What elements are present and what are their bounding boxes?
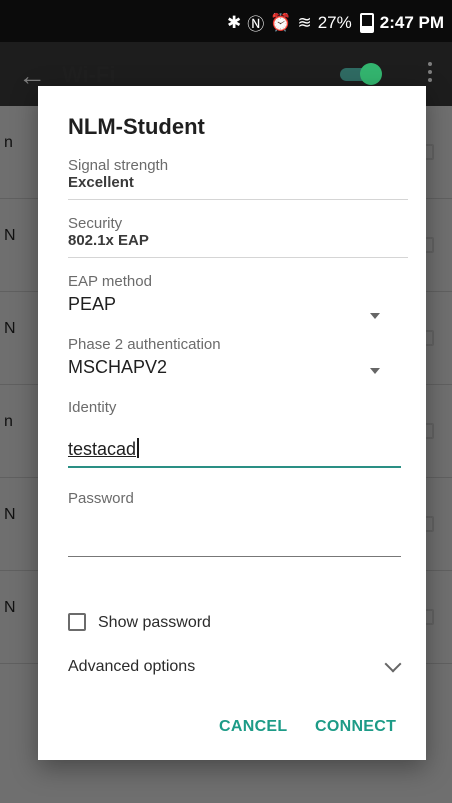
identity-underline xyxy=(68,466,401,468)
divider xyxy=(68,199,408,200)
advanced-options-label[interactable]: Advanced options xyxy=(68,658,195,676)
identity-label: Identity xyxy=(68,399,117,416)
password-label: Password xyxy=(68,490,134,507)
battery-icon xyxy=(359,12,374,33)
security-label: Security xyxy=(68,215,123,232)
password-underline xyxy=(68,556,401,557)
divider xyxy=(68,257,408,258)
battery-percent: 27% xyxy=(317,12,352,32)
phase2-dropdown-icon[interactable] xyxy=(370,368,380,374)
signal-label: Signal strength xyxy=(68,157,169,174)
identity-value[interactable]: testacad xyxy=(68,439,136,459)
phase2-value[interactable]: MSCHAPV2 xyxy=(68,357,221,378)
phase2-section: Phase 2 authentication MSCHAPV2 xyxy=(68,336,221,378)
security-value: 802.1x EAP xyxy=(68,232,149,249)
connect-button[interactable]: CONNECT xyxy=(315,718,396,736)
text-cursor xyxy=(137,438,140,458)
eap-dropdown-icon[interactable] xyxy=(370,313,380,319)
app-title: Wi-Fi xyxy=(62,62,116,87)
phase2-label: Phase 2 authentication xyxy=(68,336,221,353)
status-bar: ✱ Ⓝ ⏰ ≋ 27% 2:47 PM xyxy=(0,0,452,42)
status-icons: ✱ Ⓝ ⏰ ≋ 27% 2:47 PM xyxy=(227,10,444,35)
wifi-toggle[interactable] xyxy=(340,63,382,85)
eap-method-section: EAP method PEAP xyxy=(68,273,152,315)
eap-method-label: EAP method xyxy=(68,273,152,290)
overflow-menu-icon[interactable] xyxy=(428,62,432,86)
identity-input[interactable]: testacad xyxy=(68,438,140,460)
eap-method-value[interactable]: PEAP xyxy=(68,294,152,315)
password-input[interactable] xyxy=(68,524,401,544)
alarm-icon: ⏰ xyxy=(270,12,292,32)
nfc-icon: Ⓝ xyxy=(247,15,265,34)
chevron-down-icon[interactable] xyxy=(384,655,402,673)
dialog-title: NLM-Student xyxy=(68,114,205,139)
signal-section: Signal strength Excellent xyxy=(68,157,168,191)
bluetooth-icon: ✱ xyxy=(227,12,242,32)
toggle-thumb xyxy=(360,63,382,85)
show-password-checkbox[interactable] xyxy=(68,613,86,631)
wifi-signal-icon: ≋ xyxy=(297,12,312,32)
wifi-dialog: NLM-Student Signal strength Excellent Se… xyxy=(38,86,426,760)
security-section: Security 802.1x EAP xyxy=(68,215,149,249)
show-password-label[interactable]: Show password xyxy=(98,614,211,632)
status-time: 2:47 PM xyxy=(379,12,444,32)
cancel-button[interactable]: CANCEL xyxy=(219,718,287,736)
signal-value: Excellent xyxy=(68,174,134,191)
